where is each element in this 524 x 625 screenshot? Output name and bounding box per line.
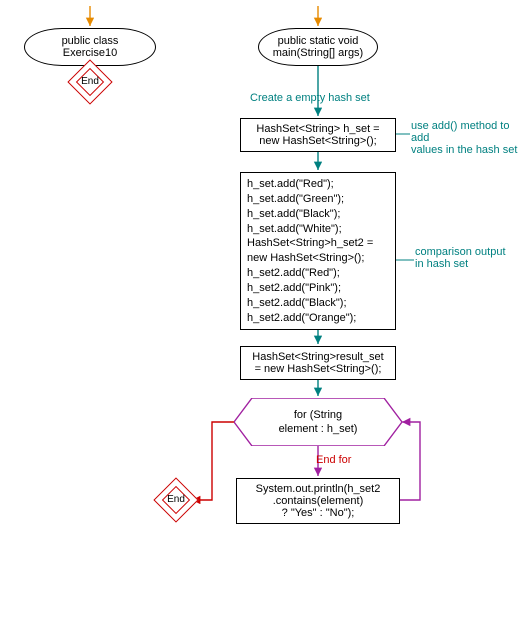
class-label: public class Exercise10 [62, 35, 119, 59]
res-l1: HashSet<String>result_set [252, 351, 383, 363]
end-for-label: End for [316, 454, 351, 466]
anno-add-method: use add() method to add values in the ha… [411, 120, 524, 156]
result-node: HashSet<String>result_set = new HashSet<… [240, 346, 396, 380]
main-l2: main(String[] args) [273, 47, 363, 59]
main-node: public static void main(String[] args) [258, 28, 378, 66]
decl-node: HashSet<String> h_set = new HashSet<Stri… [240, 118, 396, 152]
anno-create-hashset: Create a empty hash set [250, 92, 370, 104]
pr-l2: .contains(element) [273, 495, 364, 507]
pr-l1: System.out.println(h_set2 [256, 483, 381, 495]
end-terminator-1: End [74, 66, 106, 98]
print-node: System.out.println(h_set2 .contains(elem… [236, 478, 400, 524]
for-loop-node: for (String element : h_set) [234, 398, 402, 446]
adds-node: h_set.add("Red"); h_set.add("Green"); h_… [240, 172, 396, 330]
for-l1: for (String [294, 409, 342, 421]
end-terminator-2: End [160, 484, 192, 516]
main-l1: public static void [278, 35, 359, 47]
end1-label: End [74, 76, 106, 87]
decl-l1: HashSet<String> h_set = [256, 123, 379, 135]
end2-label: End [160, 494, 192, 505]
for-l2: element : h_set) [279, 423, 358, 435]
decl-l2: new HashSet<String>(); [259, 135, 376, 147]
res-l2: = new HashSet<String>(); [255, 363, 382, 375]
anno-comparison: comparison output in hash set [415, 246, 506, 270]
pr-l3: ? "Yes" : "No"); [282, 507, 355, 519]
